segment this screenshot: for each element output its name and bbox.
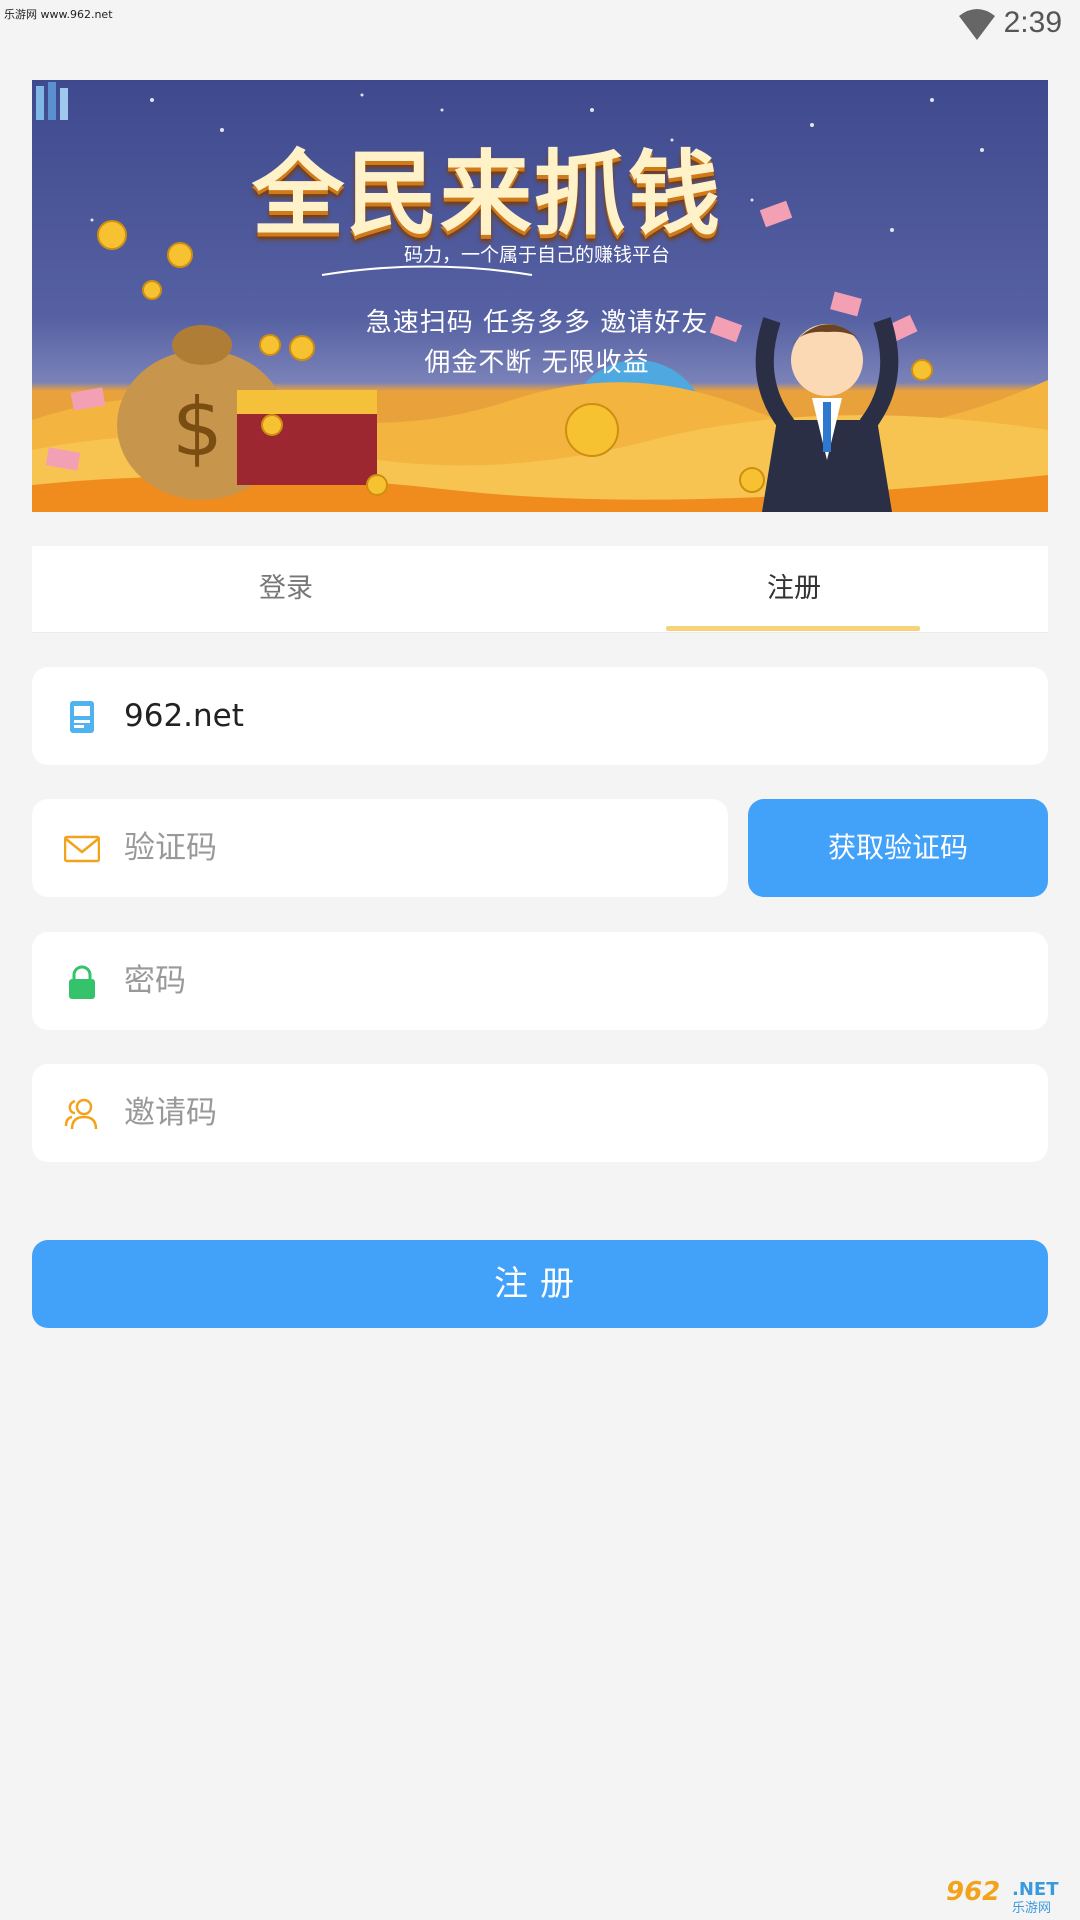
invite-code-field[interactable]: 邀请码 bbox=[32, 1064, 1048, 1162]
watermark-site: 乐游网 bbox=[1012, 1901, 1052, 1916]
tab-login[interactable]: 登录 bbox=[32, 546, 540, 632]
watermark-brand: 962 bbox=[946, 1877, 1001, 1907]
verification-code-field[interactable]: 验证码 bbox=[32, 799, 728, 897]
phone-icon bbox=[70, 701, 94, 733]
get-code-button[interactable]: 获取验证码 bbox=[748, 799, 1048, 897]
auth-tabs: 登录 注册 bbox=[32, 546, 1048, 633]
banner-title: 全民来抓钱 bbox=[252, 141, 723, 248]
password-placeholder: 密码 bbox=[124, 963, 186, 999]
lock-icon bbox=[69, 965, 95, 999]
verification-code-placeholder: 验证码 bbox=[124, 830, 217, 866]
active-tab-indicator bbox=[666, 626, 920, 631]
bottom-watermark: 962 .NET 乐游网 bbox=[940, 1875, 1070, 1916]
banner-line-1: 急速扫码 任务多多 邀请好友 bbox=[365, 308, 709, 338]
mail-icon bbox=[64, 835, 100, 863]
users-icon bbox=[64, 1098, 98, 1130]
status-time: 2:39 bbox=[1003, 6, 1062, 39]
banner-subtitle: 码力，一个属于自己的赚钱平台 bbox=[403, 244, 670, 266]
invite-code-placeholder: 邀请码 bbox=[124, 1095, 217, 1131]
register-button[interactable]: 注册 bbox=[32, 1240, 1048, 1328]
wifi-icon bbox=[959, 9, 995, 40]
watermark-text: 乐游网 www.962.net bbox=[4, 8, 113, 21]
phone-field[interactable]: 962.net bbox=[32, 667, 1048, 765]
password-field[interactable]: 密码 bbox=[32, 932, 1048, 1030]
status-bar: 乐游网 www.962.net 2:39 bbox=[0, 0, 1080, 50]
tab-register[interactable]: 注册 bbox=[540, 546, 1048, 632]
promo-banner[interactable]: $ 全民来抓钱 码力，一个属于自己的赚钱平台 急速扫码 任务多多 邀请好友 佣金… bbox=[32, 80, 1048, 512]
banner-line-2: 佣金不断 无限收益 bbox=[424, 348, 650, 378]
svg-text:$: $ bbox=[172, 381, 223, 474]
app-logo-icon bbox=[36, 82, 68, 120]
phone-value: 962.net bbox=[124, 698, 244, 734]
